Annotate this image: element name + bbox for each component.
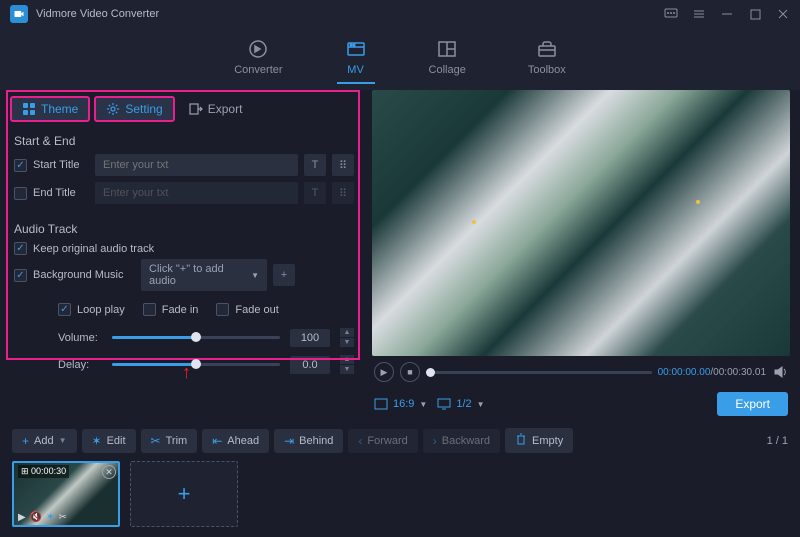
time-display: 00:00:00.00/00:00:30.01 <box>658 367 766 378</box>
nav-mv[interactable]: MV <box>337 36 375 84</box>
aspect-ratio-dropdown[interactable]: 16:9 ▼ <box>374 398 427 410</box>
volume-label: Volume: <box>58 332 102 344</box>
page-indicator: 1 / 1 <box>767 435 788 447</box>
delay-down[interactable]: ▼ <box>340 365 354 374</box>
clip-thumbnail[interactable]: ⊞ 00:00:30 ▶ 🔇 ✶ ✂ ✕ <box>12 461 120 527</box>
export-icon <box>189 102 203 116</box>
section-start-end: Start & End <box>14 134 354 148</box>
ahead-button[interactable]: ⇤Ahead <box>202 429 269 453</box>
plus-icon: + <box>178 481 191 507</box>
scissors-icon: ✂ <box>151 434 161 448</box>
clip-play-icon[interactable]: ▶ <box>18 512 26 523</box>
clip-duration: ⊞ 00:00:30 <box>18 465 69 478</box>
aspect-icon <box>374 398 388 410</box>
chevron-down-icon: ▼ <box>419 400 427 409</box>
preview-video[interactable] <box>372 90 790 356</box>
ahead-icon: ⇤ <box>212 434 222 448</box>
end-title-label: End Title <box>33 187 89 199</box>
wand-icon: ✶ <box>92 434 102 448</box>
tab-export[interactable]: Export <box>179 96 253 122</box>
backward-button[interactable]: ›Backward <box>423 429 500 453</box>
volume-up[interactable]: ▲ <box>340 328 354 337</box>
empty-button[interactable]: Empty <box>505 428 573 453</box>
nav-toolbox[interactable]: Toolbox <box>520 36 574 84</box>
minimize-icon[interactable] <box>720 7 734 21</box>
top-nav: Converter MV Collage Toolbox <box>0 28 800 90</box>
start-title-font-button[interactable]: T <box>304 154 326 176</box>
start-title-options-button[interactable]: ⠿ <box>332 154 354 176</box>
delay-up[interactable]: ▲ <box>340 355 354 364</box>
close-icon[interactable] <box>776 7 790 21</box>
chevron-down-icon: ▼ <box>477 400 485 409</box>
fade-in-checkbox[interactable] <box>143 303 156 316</box>
forward-icon: ‹ <box>358 434 362 448</box>
keep-original-label: Keep original audio track <box>33 243 154 255</box>
tab-theme[interactable]: Theme <box>10 96 90 122</box>
edit-button[interactable]: ✶Edit <box>82 429 136 453</box>
bg-music-checkbox[interactable] <box>14 269 27 282</box>
plus-icon: + <box>22 434 29 448</box>
clip-edit-icon[interactable]: ✶ <box>46 512 54 523</box>
maximize-icon[interactable] <box>748 7 762 21</box>
bg-music-dropdown[interactable]: Click "+" to add audio ▼ <box>141 259 267 291</box>
progress-bar[interactable] <box>426 371 652 374</box>
nav-collage[interactable]: Collage <box>421 36 474 84</box>
add-button[interactable]: +Add▼ <box>12 429 77 453</box>
bg-music-label: Background Music <box>33 269 135 281</box>
clip-trim-icon[interactable]: ✂ <box>59 512 67 523</box>
volume-icon[interactable] <box>772 364 788 380</box>
mv-icon <box>345 38 367 60</box>
end-title-checkbox[interactable] <box>14 187 27 200</box>
start-title-input[interactable] <box>95 154 298 176</box>
app-logo <box>10 5 28 23</box>
chevron-down-icon: ▼ <box>251 271 259 280</box>
volume-value[interactable]: 100 <box>290 329 330 347</box>
add-audio-button[interactable]: + <box>273 264 295 286</box>
keep-original-checkbox[interactable] <box>14 242 27 255</box>
menu-icon[interactable] <box>692 7 706 21</box>
behind-button[interactable]: ⇥Behind <box>274 429 343 453</box>
toolbox-icon <box>536 38 558 60</box>
start-title-label: Start Title <box>33 159 89 171</box>
thumbnail-strip: ⊞ 00:00:30 ▶ 🔇 ✶ ✂ ✕ + <box>0 461 800 537</box>
bottom-toolbar: +Add▼ ✶Edit ✂Trim ⇤Ahead ⇥Behind ‹Forwar… <box>0 420 800 461</box>
end-title-options-button[interactable]: ⠿ <box>332 182 354 204</box>
play-button[interactable]: ▶ <box>374 362 394 382</box>
scale-dropdown[interactable]: 1/2 ▼ <box>437 398 484 410</box>
gear-icon <box>106 102 120 116</box>
monitor-icon <box>437 398 451 410</box>
clip-remove-button[interactable]: ✕ <box>102 465 116 479</box>
backward-icon: › <box>433 434 437 448</box>
theme-icon <box>22 102 36 116</box>
start-title-checkbox[interactable] <box>14 159 27 172</box>
forward-button[interactable]: ‹Forward <box>348 429 417 453</box>
preview-panel: ▶ ■ 00:00:00.00/00:00:30.01 16:9 ▼ 1/2 ▼… <box>368 90 800 420</box>
end-title-input[interactable] <box>95 182 298 204</box>
end-title-font-button[interactable]: T <box>304 182 326 204</box>
nav-converter[interactable]: Converter <box>226 36 290 84</box>
titlebar: Vidmore Video Converter <box>0 0 800 28</box>
delay-value[interactable]: 0.0 <box>290 356 330 374</box>
delay-slider[interactable] <box>112 363 280 366</box>
clip-mute-icon[interactable]: 🔇 <box>30 512 42 523</box>
add-clip-button[interactable]: + <box>130 461 238 527</box>
volume-slider[interactable] <box>112 336 280 339</box>
converter-icon <box>247 38 269 60</box>
loop-play-checkbox[interactable] <box>58 303 71 316</box>
settings-panel: Theme Setting Export Start & End Start T… <box>0 90 368 420</box>
trash-icon <box>515 433 527 448</box>
export-button[interactable]: Export <box>717 392 788 416</box>
volume-down[interactable]: ▼ <box>340 338 354 347</box>
tab-setting[interactable]: Setting <box>94 96 174 122</box>
stop-button[interactable]: ■ <box>400 362 420 382</box>
feedback-icon[interactable] <box>664 7 678 21</box>
collage-icon <box>436 38 458 60</box>
section-audio-track: Audio Track <box>14 222 354 236</box>
delay-label: Delay: <box>58 359 102 371</box>
behind-icon: ⇥ <box>284 434 294 448</box>
fade-out-checkbox[interactable] <box>216 303 229 316</box>
trim-button[interactable]: ✂Trim <box>141 429 198 453</box>
app-title: Vidmore Video Converter <box>36 8 159 20</box>
